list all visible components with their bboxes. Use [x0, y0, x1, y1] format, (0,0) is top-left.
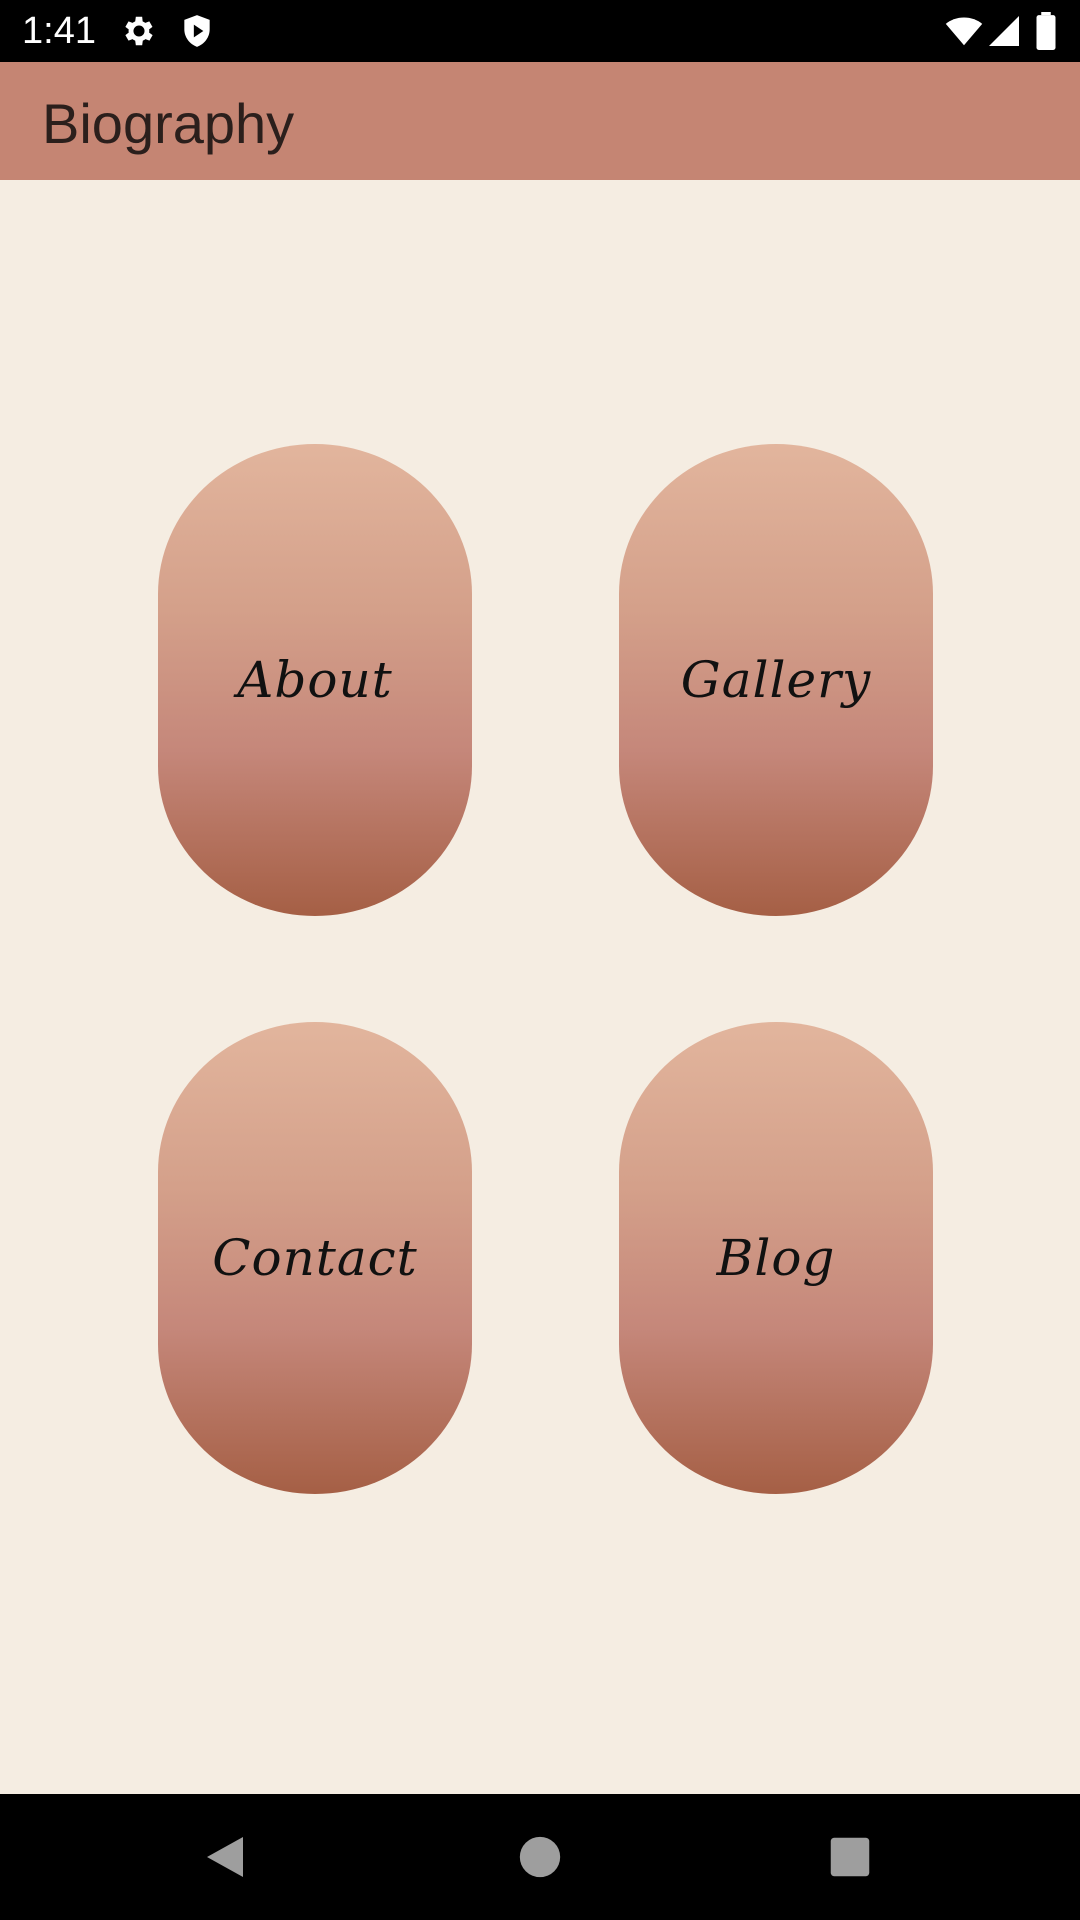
status-bar: 1:41	[0, 0, 1080, 62]
signal-icon	[986, 12, 1024, 50]
shield-icon	[178, 12, 216, 50]
contact-label: Contact	[212, 1229, 418, 1287]
gallery-label: Gallery	[680, 651, 872, 709]
back-icon[interactable]	[192, 1824, 258, 1890]
navigation-bar	[0, 1794, 1080, 1920]
contact-button[interactable]: Contact	[158, 1022, 472, 1494]
home-icon[interactable]	[507, 1824, 573, 1890]
recents-icon[interactable]	[817, 1824, 883, 1890]
about-label: About	[237, 651, 393, 709]
wifi-icon	[944, 12, 983, 50]
app-bar: Biography	[0, 62, 1080, 180]
gear-icon	[120, 12, 158, 50]
blog-label: Blog	[716, 1229, 836, 1287]
battery-icon	[1034, 12, 1058, 50]
status-time: 1:41	[22, 10, 96, 52]
blog-button[interactable]: Blog	[619, 1022, 933, 1494]
gallery-button[interactable]: Gallery	[619, 444, 933, 916]
main-content	[0, 180, 1080, 1794]
page-title: Biography	[42, 92, 295, 155]
about-button[interactable]: About	[158, 444, 472, 916]
